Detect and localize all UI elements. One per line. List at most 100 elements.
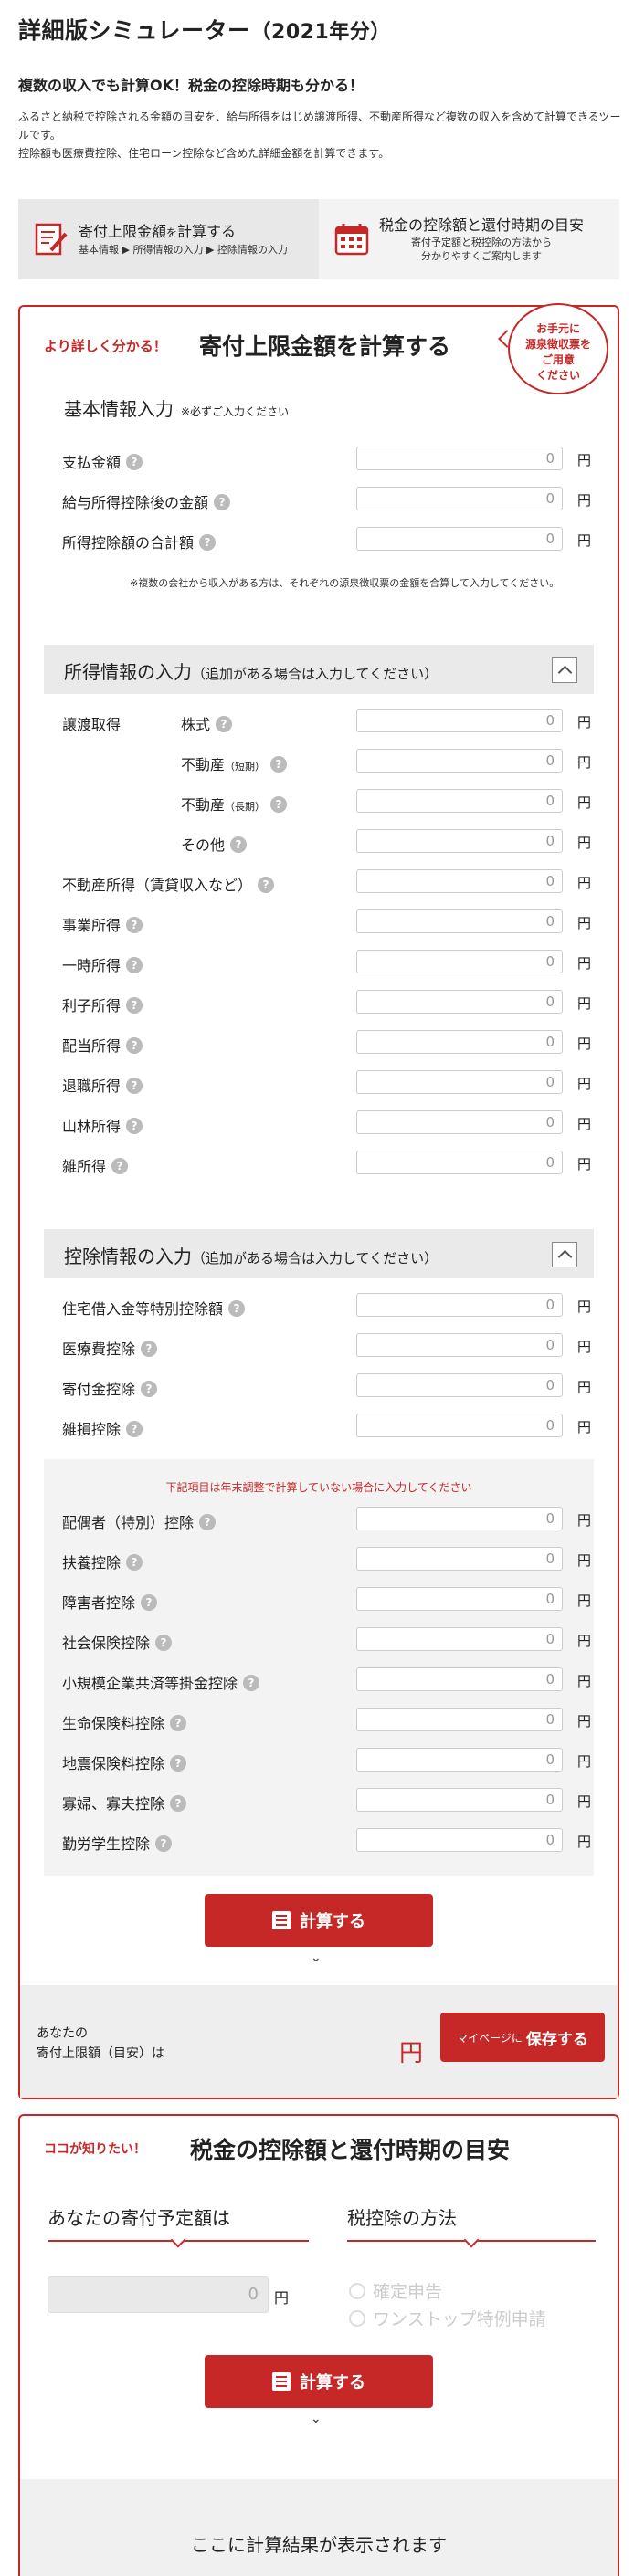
transfer-other-input[interactable]: 0 [356,829,563,853]
save-to-mypage-button[interactable]: マイページに 保存する [440,2013,605,2062]
pointer-icon [170,2232,186,2248]
dependent-input[interactable]: 0 [356,1547,563,1571]
help-icon[interactable]: ? [214,494,231,510]
result-label: あなたの [37,2026,88,2041]
tab-bar: 寄付上限金額を計算する 基本情報 ▶ 所得情報の入力 ▶ 控除情報の入力 税金の… [18,199,619,279]
help-icon[interactable]: ? [199,534,217,551]
radio-tax-return[interactable]: 確定申告 [349,2278,442,2303]
salary-after-deduction-input[interactable]: 0 [356,487,563,510]
dividend-income-input[interactable]: 0 [356,1030,563,1054]
help-icon[interactable]: ? [126,1554,143,1571]
radio-icon [349,2282,365,2299]
chevron-down-icon: ⌄ [311,1950,322,1965]
donation-amount-heading: あなたの寄付予定額は [48,2207,230,2229]
calculate-button-2[interactable]: 計算する [205,2355,433,2408]
help-icon[interactable]: ? [126,1037,143,1054]
interest-income-input[interactable]: 0 [356,990,563,1014]
misc-income-input[interactable]: 0 [356,1151,563,1174]
row-temporary-income: 一時所得? 0 円 [62,950,592,975]
tab-tax-deduction[interactable]: 税金の控除額と還付時期の目安 寄付予定額と税控除の方法から 分かりやすくご案内し… [319,199,619,279]
forest-income-input[interactable]: 0 [356,1110,563,1134]
help-icon[interactable]: ? [216,716,233,732]
row-small-business: 小規模企業共済等掛金控除? 0 円 [62,1667,592,1693]
help-icon[interactable]: ? [126,917,143,933]
casualty-input[interactable]: 0 [356,1414,563,1437]
help-icon[interactable]: ? [141,1341,158,1357]
row-widow: 寡婦、寡夫控除? 0 円 [62,1788,592,1814]
card-hint: ココが知りたい！ [44,2142,146,2157]
widow-input[interactable]: 0 [356,1788,563,1812]
help-icon[interactable]: ? [111,1158,129,1174]
help-icon[interactable]: ? [126,1118,143,1134]
disability-input[interactable]: 0 [356,1587,563,1611]
help-icon[interactable]: ? [170,1795,187,1812]
collapse-toggle[interactable] [552,657,577,683]
realestate-short-input[interactable]: 0 [356,749,563,773]
help-icon[interactable]: ? [270,756,288,773]
row-earthquake-insurance: 地震保険料控除? 0 円 [62,1748,592,1773]
row-retirement-income: 退職所得? 0 円 [62,1070,592,1096]
row-medical: 医療費控除? 0 円 [62,1333,592,1359]
tax-result-area: ここに計算結果が表示されます [20,2479,618,2576]
help-icon[interactable]: ? [170,1755,187,1772]
headline: 複数の収入でも計算OK！税金の控除時期も分かる！ [18,77,365,94]
help-icon[interactable]: ? [155,1635,173,1651]
planned-donation-input[interactable]: 0 [48,2276,269,2313]
row-stock: 譲渡取得 株式? 0 円 [62,709,592,734]
help-icon[interactable]: ? [126,1078,143,1094]
small-business-input[interactable]: 0 [356,1667,563,1691]
row-disability: 障害者控除? 0 円 [62,1587,592,1613]
social-insurance-input[interactable]: 0 [356,1627,563,1651]
retirement-income-input[interactable]: 0 [356,1070,563,1094]
deduction-method-heading: 税控除の方法 [347,2207,457,2229]
row-spouse: 配偶者（特別）控除? 0 円 [62,1507,592,1532]
housing-loan-input[interactable]: 0 [356,1293,563,1317]
year-end-note: 下記項目は年末調整で計算していない場合に入力してください [165,1481,472,1494]
help-icon[interactable]: ? [126,1421,143,1437]
temporary-income-input[interactable]: 0 [356,950,563,973]
row-business-income: 事業所得? 0 円 [62,909,592,935]
business-income-input[interactable]: 0 [356,909,563,933]
help-icon[interactable]: ? [141,1594,158,1611]
help-icon[interactable]: ? [228,1300,246,1317]
help-icon[interactable]: ? [155,1835,173,1852]
stock-input[interactable]: 0 [356,709,563,732]
spouse-input[interactable]: 0 [356,1507,563,1530]
help-icon[interactable]: ? [126,997,143,1014]
row-transfer-other: その他? 0 円 [62,829,592,855]
collapse-toggle[interactable] [552,1242,577,1267]
card-title: 税金の控除額と還付時期の目安 [190,2137,511,2163]
row-forest-income: 山林所得? 0 円 [62,1110,592,1136]
help-icon[interactable]: ? [126,957,143,973]
income-deduction-total-input[interactable]: 0 [356,527,563,551]
medical-input[interactable]: 0 [356,1333,563,1357]
help-icon[interactable]: ? [199,1514,217,1530]
help-icon[interactable]: ? [170,1715,187,1731]
row-dividend-income: 配当所得? 0 円 [62,1030,592,1056]
help-icon[interactable]: ? [243,1675,260,1691]
donation-deduction-input[interactable]: 0 [356,1373,563,1397]
basic-footnote: ※複数の会社から収入がある方は、それぞれの源泉徴収票の金額を合算して入力してくだ… [130,577,560,589]
row-life-insurance: 生命保険料控除? 0 円 [62,1708,592,1733]
earthquake-insurance-input[interactable]: 0 [356,1748,563,1772]
row-dependent: 扶養控除? 0 円 [62,1547,592,1572]
help-icon[interactable]: ? [230,836,248,853]
payment-input[interactable]: 0 [356,447,563,470]
realestate-long-input[interactable]: 0 [356,789,563,813]
tab-donation-limit[interactable]: 寄付上限金額を計算する 基本情報 ▶ 所得情報の入力 ▶ 控除情報の入力 [18,199,319,279]
working-student-input[interactable]: 0 [356,1828,563,1852]
help-icon[interactable]: ? [126,454,143,470]
life-insurance-input[interactable]: 0 [356,1708,563,1731]
help-icon[interactable]: ? [270,796,288,813]
realestate-income-input[interactable]: 0 [356,869,563,893]
radio-one-stop[interactable]: ワンストップ特例申請 [349,2306,546,2330]
calendar-icon [334,224,369,256]
card-lead: より詳しく分かる！ [44,338,167,354]
row-realestate-short: 不動産（短期）? 0 円 [62,749,592,774]
help-icon[interactable]: ? [141,1381,158,1397]
help-icon[interactable]: ? [258,877,275,893]
tax-deduction-card: ココが知りたい！ 税金の控除額と還付時期の目安 あなたの寄付予定額は 税控除の方… [18,2114,619,2576]
row-housing-loan: 住宅借入金等特別控除額? 0 円 [62,1293,592,1319]
pointer-icon [463,2232,480,2248]
calculate-button[interactable]: 計算する [205,1894,433,1947]
